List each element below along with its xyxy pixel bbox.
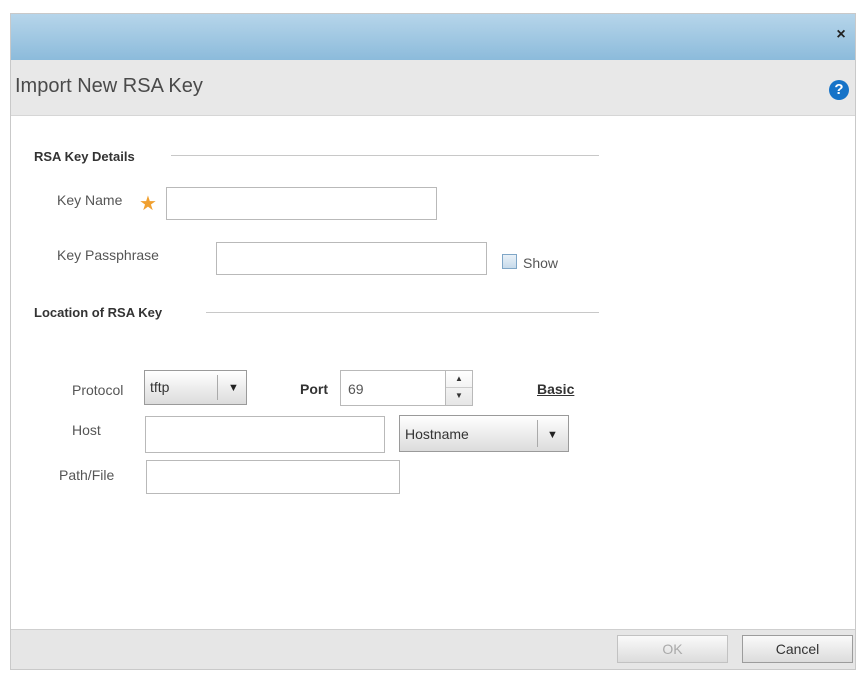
ok-button[interactable]: OK (617, 635, 728, 663)
port-value: 69 (348, 381, 364, 397)
cancel-button[interactable]: Cancel (742, 635, 853, 663)
key-passphrase-label: Key Passphrase (57, 247, 159, 263)
host-type-select[interactable]: Hostname ▼ (399, 415, 569, 452)
port-stepper[interactable]: 69 ▲ ▼ (340, 370, 473, 406)
location-heading: Location of RSA Key (34, 305, 163, 320)
host-input[interactable] (145, 416, 385, 453)
protocol-label: Protocol (72, 382, 124, 398)
help-icon[interactable]: ? (829, 80, 849, 100)
path-file-input[interactable] (146, 460, 400, 494)
key-name-label: Key Name (57, 192, 123, 208)
port-stepper-buttons: ▲ ▼ (445, 371, 472, 405)
section-divider (206, 312, 599, 313)
decrement-icon[interactable]: ▼ (446, 388, 472, 405)
show-passphrase-label: Show (523, 255, 559, 271)
dialog-titlebar: × (11, 14, 855, 60)
select-divider (217, 375, 218, 400)
port-label: Port (300, 381, 328, 397)
path-file-label: Path/File (59, 467, 115, 483)
import-rsa-key-dialog: × Import New RSA Key ? RSA Key Details K… (10, 13, 856, 670)
required-star-icon: ★ (139, 193, 157, 215)
chevron-down-icon: ▼ (547, 429, 558, 441)
increment-icon[interactable]: ▲ (446, 371, 472, 388)
chevron-down-icon: ▼ (228, 382, 239, 394)
basic-link[interactable]: Basic (537, 381, 574, 397)
host-type-select-value: Hostname (405, 426, 469, 442)
rsa-key-details-heading: RSA Key Details (34, 149, 135, 164)
page-title: Import New RSA Key (15, 75, 203, 97)
key-name-input[interactable] (166, 187, 437, 220)
close-icon[interactable]: × (831, 24, 851, 46)
section-divider (171, 155, 599, 156)
protocol-select[interactable]: tftp ▼ (144, 370, 247, 405)
select-divider (537, 420, 538, 447)
dialog-header: Import New RSA Key ? (11, 60, 855, 116)
host-label: Host (72, 422, 101, 438)
dialog-footer: OK Cancel (11, 629, 855, 669)
key-passphrase-input[interactable] (216, 242, 487, 275)
show-passphrase-checkbox[interactable] (502, 254, 517, 269)
protocol-select-value: tftp (150, 379, 170, 395)
